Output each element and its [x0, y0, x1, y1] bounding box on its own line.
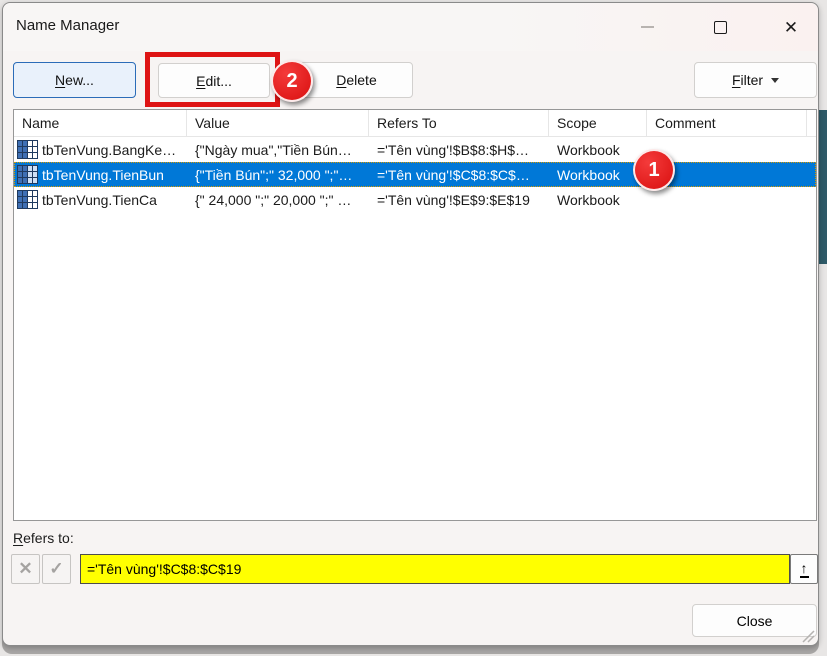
column-header-refers-to[interactable]: Refers To — [369, 110, 549, 136]
edit-button-label: dit... — [205, 73, 231, 89]
delete-button-accesskey: D — [336, 72, 346, 88]
table-icon — [17, 165, 38, 184]
cell-value: {"Ngày mua","Tiền Bún… — [187, 137, 369, 162]
column-header-name[interactable]: Name — [14, 110, 187, 136]
edit-button[interactable]: Edit... — [158, 63, 270, 98]
table-row-selected[interactable]: tbTenVung.TienBun {"Tiền Bún";" 32,000 "… — [14, 162, 816, 187]
new-button[interactable]: New... — [13, 62, 136, 98]
dialog-title: Name Manager — [16, 17, 119, 34]
minimize-button[interactable] — [623, 11, 671, 43]
cell-name: tbTenVung.BangKe… — [14, 137, 187, 162]
annotation-step-1-number: 1 — [648, 159, 659, 182]
column-header-scope[interactable]: Scope — [549, 110, 647, 136]
collapse-dialog-arrow-icon: ↑ — [800, 561, 809, 578]
cell-value: {"Tiền Bún";" 32,000 ";"… — [187, 162, 369, 187]
refers-to-value: ='Tên vùng'!$C$8:$C$19 — [87, 561, 241, 577]
annotation-step-1-badge: 1 — [633, 149, 675, 191]
titlebar: Name Manager ✕ — [3, 3, 818, 51]
column-header-comment[interactable]: Comment — [647, 110, 807, 136]
close-window-button[interactable]: ✕ — [767, 11, 815, 43]
table-icon — [17, 140, 38, 159]
column-header-spacer — [807, 110, 816, 136]
cell-name: tbTenVung.TienCa — [14, 187, 187, 212]
maximize-icon — [714, 21, 727, 34]
name-manager-dialog: Name Manager ✕ New... Edit... Delete Fil… — [2, 2, 819, 646]
cell-scope: Workbook — [549, 137, 647, 162]
names-list: Name Value Refers To Scope Comment tbTen… — [13, 109, 817, 521]
filter-button[interactable]: Filter — [694, 62, 817, 98]
close-icon: ✕ — [784, 19, 798, 36]
background-app-strip — [819, 110, 827, 264]
filter-button-accesskey: F — [732, 72, 741, 88]
cancel-icon: ✕ — [18, 559, 32, 579]
cell-refers-to: ='Tên vùng'!$B$8:$H$… — [369, 137, 549, 162]
cell-value: {" 24,000 ";" 20,000 ";" … — [187, 187, 369, 212]
confirm-icon: ✓ — [49, 559, 63, 579]
cancel-formula-button[interactable]: ✕ — [11, 554, 40, 584]
resize-grip[interactable] — [799, 627, 815, 643]
annotation-step-2-number: 2 — [286, 70, 297, 93]
new-button-accesskey: N — [55, 72, 65, 88]
refers-to-label: Refers to: — [13, 530, 74, 546]
table-icon — [17, 190, 38, 209]
cell-comment — [647, 187, 807, 212]
column-header-value[interactable]: Value — [187, 110, 369, 136]
collapse-dialog-button[interactable]: ↑ — [790, 554, 818, 584]
annotation-step-2-badge: 2 — [271, 60, 313, 102]
table-row[interactable]: tbTenVung.BangKe… {"Ngày mua","Tiền Bún…… — [14, 137, 816, 162]
refers-to-input[interactable]: ='Tên vùng'!$C$8:$C$19 — [80, 554, 790, 584]
filter-dropdown-caret-icon — [771, 78, 779, 83]
confirm-formula-button[interactable]: ✓ — [42, 554, 71, 584]
table-row[interactable]: tbTenVung.TienCa {" 24,000 ";" 20,000 ";… — [14, 187, 816, 212]
filter-button-label: ilter — [741, 72, 764, 88]
cell-name: tbTenVung.TienBun — [14, 162, 187, 187]
cell-scope: Workbook — [549, 187, 647, 212]
new-button-label: ew... — [65, 72, 94, 88]
cell-refers-to: ='Tên vùng'!$C$8:$C$… — [369, 162, 549, 187]
delete-button-label: elete — [346, 72, 376, 88]
minimize-icon — [641, 26, 654, 28]
maximize-button[interactable] — [696, 11, 744, 43]
delete-button[interactable]: Delete — [300, 62, 413, 98]
cell-refers-to: ='Tên vùng'!$E$9:$E$19 — [369, 187, 549, 212]
list-header: Name Value Refers To Scope Comment — [14, 110, 816, 137]
